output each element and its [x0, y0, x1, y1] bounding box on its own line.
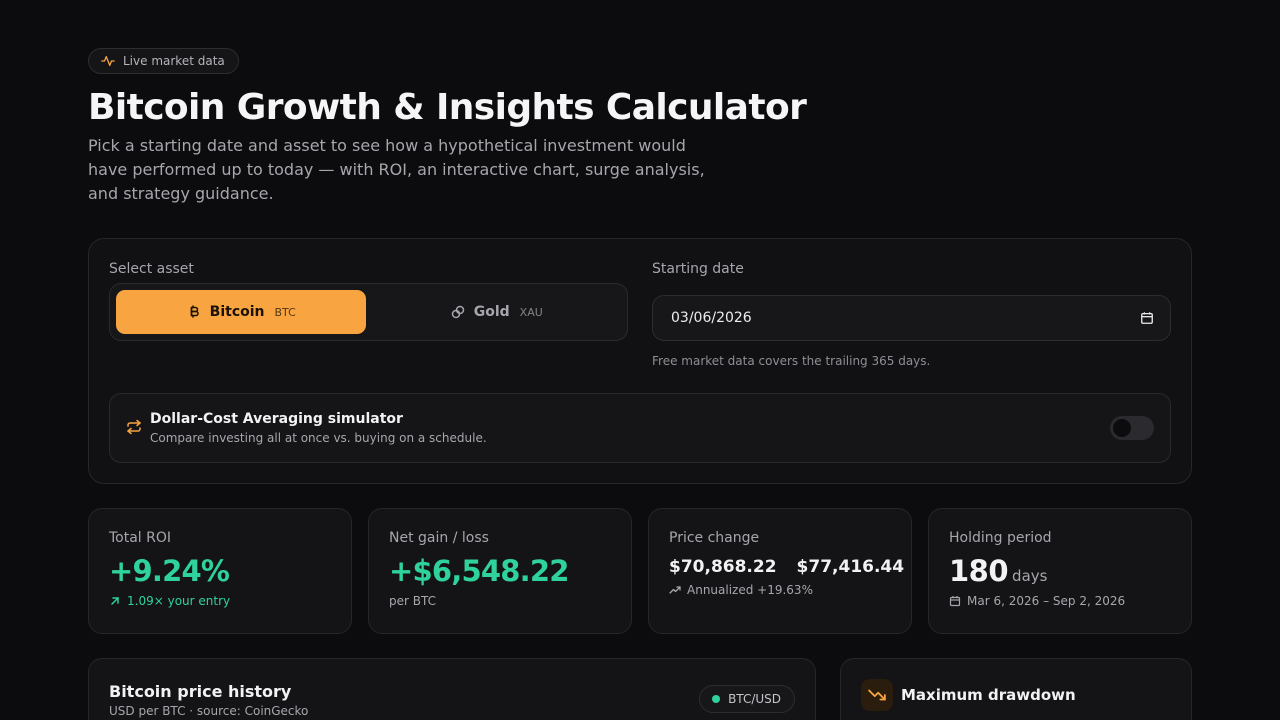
calculator-panel: Select asset Bitcoin BTC Gold XAU Starti… — [88, 238, 1192, 484]
link-icon — [451, 305, 464, 319]
badge-label: Live market data — [123, 54, 225, 68]
start-date-label: Starting date — [652, 261, 744, 277]
stat-card-roi: Total ROI +9.24% 1.09× your entry — [88, 508, 352, 634]
calendar-icon[interactable] — [1140, 311, 1154, 325]
holding-days: 180 days — [949, 554, 1171, 588]
live-dot-icon — [712, 695, 721, 703]
end-price: $77,416.44 — [796, 557, 905, 577]
chart-title: Bitcoin price history — [109, 682, 292, 701]
page-title: Bitcoin Growth & Insights Calculator — [88, 87, 807, 128]
start-price: $70,868.22 — [669, 557, 777, 577]
roi-multiplier-text: 1.09× your entry — [127, 594, 231, 608]
max-drawdown-card: Maximum drawdown — [840, 658, 1192, 720]
dca-toggle[interactable] — [1110, 416, 1154, 440]
net-gain-unit: per BTC — [389, 594, 436, 608]
stat-card-price-change: Price change $70,868.22 $77,416.44 Annua… — [648, 508, 912, 634]
stat-label: Net gain / loss — [389, 530, 489, 546]
annualized-text: Annualized +19.63% — [687, 583, 813, 597]
asset-option-bitcoin[interactable]: Bitcoin BTC — [116, 290, 366, 334]
holding-days-value: 180 — [949, 554, 1009, 588]
stat-label: Holding period — [949, 530, 1052, 546]
trending-up-icon — [669, 586, 681, 594]
asset-option-ticker: XAU — [519, 305, 543, 319]
live-data-badge: Live market data — [88, 48, 239, 74]
start-date-value: 03/06/2026 — [671, 310, 752, 326]
bitcoin-icon — [190, 305, 199, 318]
stats-row: Total ROI +9.24% 1.09× your entry Net ga… — [88, 508, 1192, 634]
asset-selector: Select asset Bitcoin BTC Gold XAU — [109, 261, 629, 341]
asset-option-ticker: BTC — [274, 305, 296, 319]
asset-segmented-control: Bitcoin BTC Gold XAU — [109, 283, 628, 341]
asset-label: Select asset — [109, 261, 194, 277]
stat-card-net-gain: Net gain / loss +$6,548.22 per BTC — [368, 508, 632, 634]
stat-label: Price change — [669, 530, 760, 546]
drawdown-icon-box — [861, 679, 893, 711]
calendar-icon — [949, 596, 961, 607]
price-values: $70,868.22 $77,416.44 — [669, 557, 904, 577]
asset-option-label: Bitcoin — [209, 304, 265, 320]
stat-label: Total ROI — [109, 530, 172, 546]
drawdown-title: Maximum drawdown — [901, 686, 1076, 704]
page-content: Live market data Bitcoin Growth & Insigh… — [88, 48, 1192, 720]
holding-range: Mar 6, 2026 – Sep 2, 2026 — [949, 594, 1171, 608]
toggle-knob — [1113, 419, 1131, 437]
start-date-hint: Free market data covers the trailing 365… — [652, 354, 931, 368]
dca-description: Compare investing all at once vs. buying… — [150, 431, 487, 445]
start-date-group: Starting date 03/06/2026 Free market dat… — [652, 261, 1172, 368]
activity-icon — [101, 55, 115, 67]
price-history-card: Bitcoin price history USD per BTC · sour… — [88, 658, 816, 720]
repeat-icon — [127, 419, 141, 435]
pair-badge[interactable]: BTC/USD — [699, 685, 795, 713]
roi-value: +9.24% — [109, 554, 230, 588]
net-gain-value: +$6,548.22 — [389, 554, 569, 588]
chart-subtitle: USD per BTC · source: CoinGecko — [109, 704, 309, 718]
pair-label: BTC/USD — [728, 692, 781, 706]
dca-simulator-row: Dollar-Cost Averaging simulator Compare … — [109, 393, 1171, 463]
dca-title: Dollar-Cost Averaging simulator — [150, 411, 403, 427]
asset-option-gold[interactable]: Gold XAU — [372, 290, 622, 334]
asset-option-label: Gold — [473, 304, 510, 320]
roi-multiplier: 1.09× your entry — [109, 594, 331, 608]
annualized-return: Annualized +19.63% — [669, 583, 891, 597]
arrow-up-right-icon — [111, 597, 119, 605]
page-subtitle: Pick a starting date and asset to see ho… — [88, 136, 705, 203]
stat-card-holding-period: Holding period 180 days Mar 6, 2026 – Se… — [928, 508, 1192, 634]
start-date-input[interactable]: 03/06/2026 — [652, 295, 1171, 341]
holding-range-text: Mar 6, 2026 – Sep 2, 2026 — [967, 594, 1126, 608]
trending-down-icon — [868, 689, 886, 701]
holding-days-unit: days — [1012, 567, 1048, 585]
